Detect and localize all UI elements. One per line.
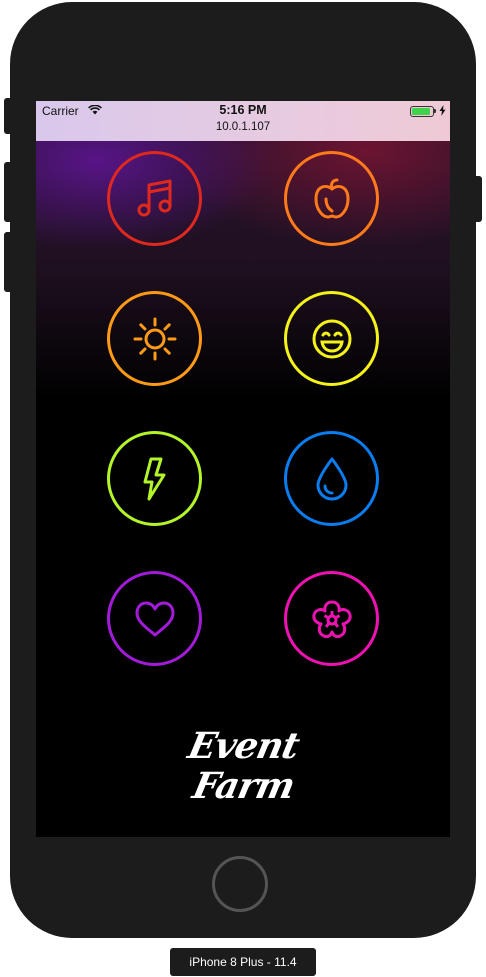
sun-button[interactable] bbox=[107, 291, 202, 386]
smiley-icon bbox=[312, 319, 351, 358]
heart-button[interactable] bbox=[107, 571, 202, 666]
device-label: iPhone 8 Plus - 11.4 bbox=[170, 948, 316, 976]
volume-down-button bbox=[4, 232, 12, 292]
logo-text-farm: Farm bbox=[189, 765, 298, 807]
apple-icon bbox=[314, 178, 349, 218]
mute-switch bbox=[4, 98, 12, 134]
water-drop-icon bbox=[316, 457, 347, 500]
home-button[interactable] bbox=[212, 856, 268, 912]
water-drop-button[interactable] bbox=[284, 431, 379, 526]
apple-button[interactable] bbox=[284, 151, 379, 246]
battery-tip bbox=[434, 109, 436, 113]
music-button[interactable] bbox=[107, 151, 202, 246]
event-farm-logo: Event Farm bbox=[184, 721, 302, 821]
power-button bbox=[474, 176, 482, 222]
flower-icon bbox=[311, 600, 352, 638]
battery-level bbox=[412, 108, 430, 115]
clock: 5:16 PM bbox=[219, 103, 267, 117]
gradient-background bbox=[36, 101, 450, 401]
status-bar: Carrier 5:16 PM 10.0.1.107 bbox=[36, 101, 450, 141]
charging-bolt-icon bbox=[439, 105, 446, 116]
app-screen: Carrier 5:16 PM 10.0.1.107 Event Farm bbox=[36, 101, 450, 837]
volume-up-button bbox=[4, 162, 12, 222]
lightning-icon bbox=[143, 457, 165, 500]
flower-button[interactable] bbox=[284, 571, 379, 666]
logo-text-event: Event bbox=[184, 725, 303, 767]
heart-icon bbox=[135, 601, 174, 636]
ip-address: 10.0.1.107 bbox=[215, 121, 271, 133]
battery-icon bbox=[410, 106, 434, 117]
lightning-button[interactable] bbox=[107, 431, 202, 526]
sun-icon bbox=[133, 317, 176, 360]
smiley-button[interactable] bbox=[284, 291, 379, 386]
music-note-icon bbox=[137, 179, 171, 216]
